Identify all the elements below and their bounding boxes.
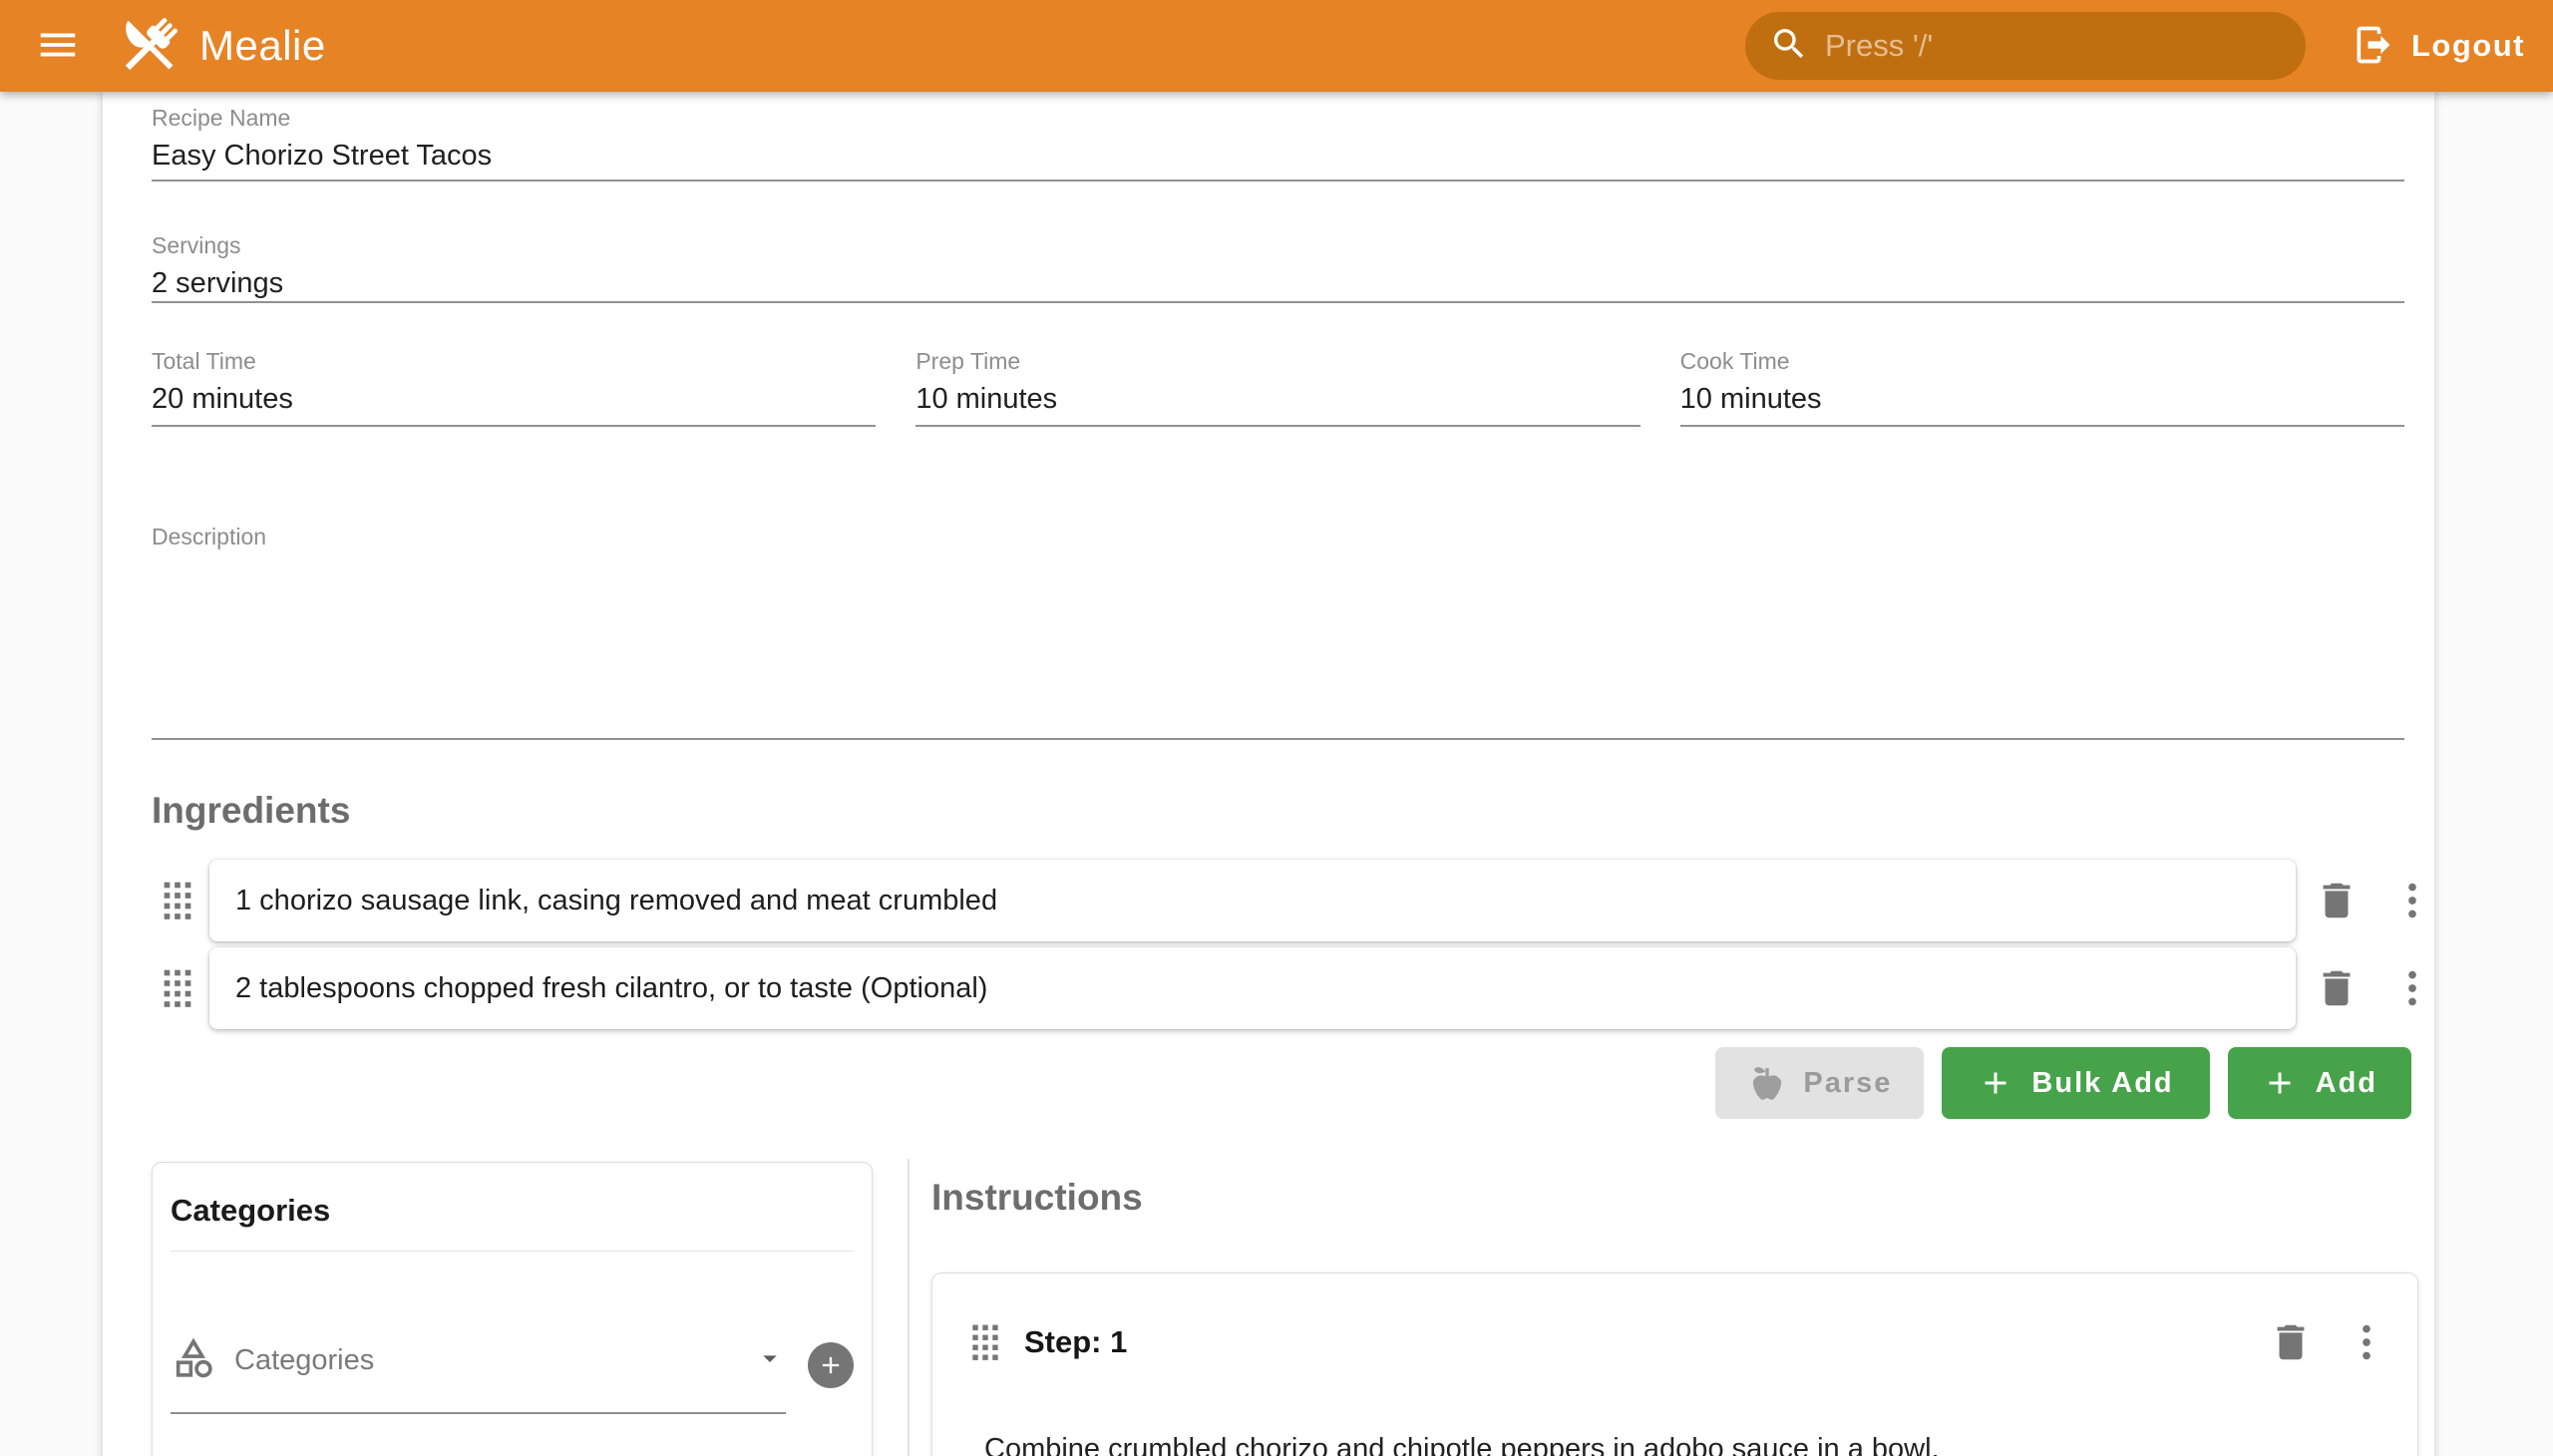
search-icon: [1769, 24, 1809, 69]
ingredient-menu-button[interactable]: [2389, 878, 2435, 923]
step-title: Step: 1: [1024, 1324, 1127, 1360]
step-menu-button[interactable]: [2344, 1319, 2389, 1365]
parse-button[interactable]: Parse: [1715, 1047, 1924, 1119]
step-text[interactable]: Combine crumbled chorizo and chipotle pe…: [984, 1429, 2389, 1456]
recipe-name-value[interactable]: Easy Chorizo Street Tacos: [152, 138, 2404, 182]
logout-button[interactable]: Logout: [2352, 23, 2525, 70]
kebab-icon: [2344, 1319, 2389, 1365]
servings-value[interactable]: 2 servings: [152, 265, 2404, 303]
ingredient-row: 1 chorizo sausage link, casing removed a…: [158, 860, 2435, 941]
step-card: Step: 1 Combine crumbled chorizo and chi…: [931, 1273, 2418, 1456]
hamburger-icon: [35, 22, 81, 71]
apple-icon: [1747, 1063, 1787, 1103]
ingredient-input[interactable]: 2 tablespoons chopped fresh cilantro, or…: [209, 947, 2296, 1029]
instructions-heading: Instructions: [931, 1175, 2404, 1221]
instructions-column: Instructions Step: 1: [910, 1159, 2404, 1456]
kebab-icon: [2389, 878, 2435, 923]
cook-time-value[interactable]: 10 minutes: [1680, 381, 2404, 427]
total-time-label: Total Time: [152, 347, 876, 375]
ingredient-actions: Parse Bulk Add Add: [152, 1047, 2411, 1119]
drag-handle-icon[interactable]: [966, 1318, 1004, 1366]
search-input[interactable]: Press '/': [1745, 12, 2306, 80]
ingredients-heading: Ingredients: [152, 788, 2404, 834]
trash-icon: [2314, 878, 2360, 923]
delete-ingredient-button[interactable]: [2314, 878, 2360, 923]
ingredient-text: 2 tablespoons chopped fresh cilantro, or…: [235, 972, 987, 1005]
bulk-add-button[interactable]: Bulk Add: [1942, 1047, 2209, 1119]
chevron-down-icon[interactable]: [754, 1342, 786, 1379]
delete-ingredient-button[interactable]: [2314, 965, 2360, 1011]
prep-time-label: Prep Time: [915, 347, 1640, 375]
trash-icon: [2314, 965, 2360, 1011]
categories-select[interactable]: Categories: [171, 1335, 786, 1414]
recipe-editor-card: Recipe Name Easy Chorizo Street Tacos Se…: [103, 92, 2434, 1456]
categories-select-label: Categories: [234, 1344, 754, 1377]
bottom-section: Categories Categories: [152, 1159, 2404, 1456]
prep-time-value[interactable]: 10 minutes: [915, 381, 1640, 427]
step-header: Step: 1: [966, 1311, 2389, 1373]
ingredient-text: 1 chorizo sausage link, casing removed a…: [235, 885, 997, 917]
prep-time-field[interactable]: Prep Time 10 minutes: [915, 347, 1640, 427]
categories-column: Categories Categories: [152, 1159, 873, 1456]
add-label: Add: [2316, 1067, 2377, 1100]
bulk-add-label: Bulk Add: [2031, 1067, 2173, 1100]
shapes-icon: [171, 1335, 216, 1386]
cook-time-label: Cook Time: [1680, 347, 2404, 375]
add-category-button[interactable]: [808, 1342, 854, 1388]
app-bar: Mealie Press '/' Logout: [0, 0, 2553, 92]
categories-card: Categories Categories: [152, 1162, 873, 1456]
menu-button[interactable]: [28, 16, 88, 76]
plus-icon: [2262, 1065, 2298, 1101]
drag-handle-icon[interactable]: [158, 963, 197, 1013]
total-time-field[interactable]: Total Time 20 minutes: [152, 347, 876, 427]
total-time-value[interactable]: 20 minutes: [152, 381, 876, 427]
recipe-name-field[interactable]: Recipe Name Easy Chorizo Street Tacos: [152, 102, 2404, 182]
categories-select-row: Categories: [171, 1335, 854, 1414]
drag-handle-icon[interactable]: [158, 876, 197, 925]
description-field[interactable]: Description: [152, 523, 2404, 740]
kebab-icon: [2389, 965, 2435, 1011]
search-placeholder: Press '/': [1825, 28, 1933, 64]
logout-icon: [2352, 23, 2395, 70]
times-row: Total Time 20 minutes Prep Time 10 minut…: [152, 347, 2404, 427]
mealie-logo-icon: [112, 8, 187, 84]
parse-label: Parse: [1803, 1067, 1892, 1100]
plus-icon: [817, 1351, 845, 1379]
app-title: Mealie: [199, 22, 326, 70]
trash-icon: [2268, 1319, 2314, 1365]
ingredient-input[interactable]: 1 chorizo sausage link, casing removed a…: [209, 860, 2296, 941]
logout-label: Logout: [2411, 28, 2525, 64]
cook-time-field[interactable]: Cook Time 10 minutes: [1680, 347, 2404, 427]
categories-card-title: Categories: [171, 1163, 854, 1229]
ingredient-menu-button[interactable]: [2389, 965, 2435, 1011]
ingredient-row: 2 tablespoons chopped fresh cilantro, or…: [158, 947, 2435, 1029]
divider: [171, 1251, 854, 1252]
servings-field[interactable]: Servings 2 servings: [152, 231, 2404, 303]
recipe-name-label: Recipe Name: [152, 104, 2404, 132]
delete-step-button[interactable]: [2268, 1319, 2314, 1365]
description-value[interactable]: [152, 550, 2404, 740]
servings-label: Servings: [152, 231, 2404, 259]
plus-icon: [1978, 1065, 2013, 1101]
description-label: Description: [152, 523, 2404, 550]
add-ingredient-button[interactable]: Add: [2228, 1047, 2411, 1119]
